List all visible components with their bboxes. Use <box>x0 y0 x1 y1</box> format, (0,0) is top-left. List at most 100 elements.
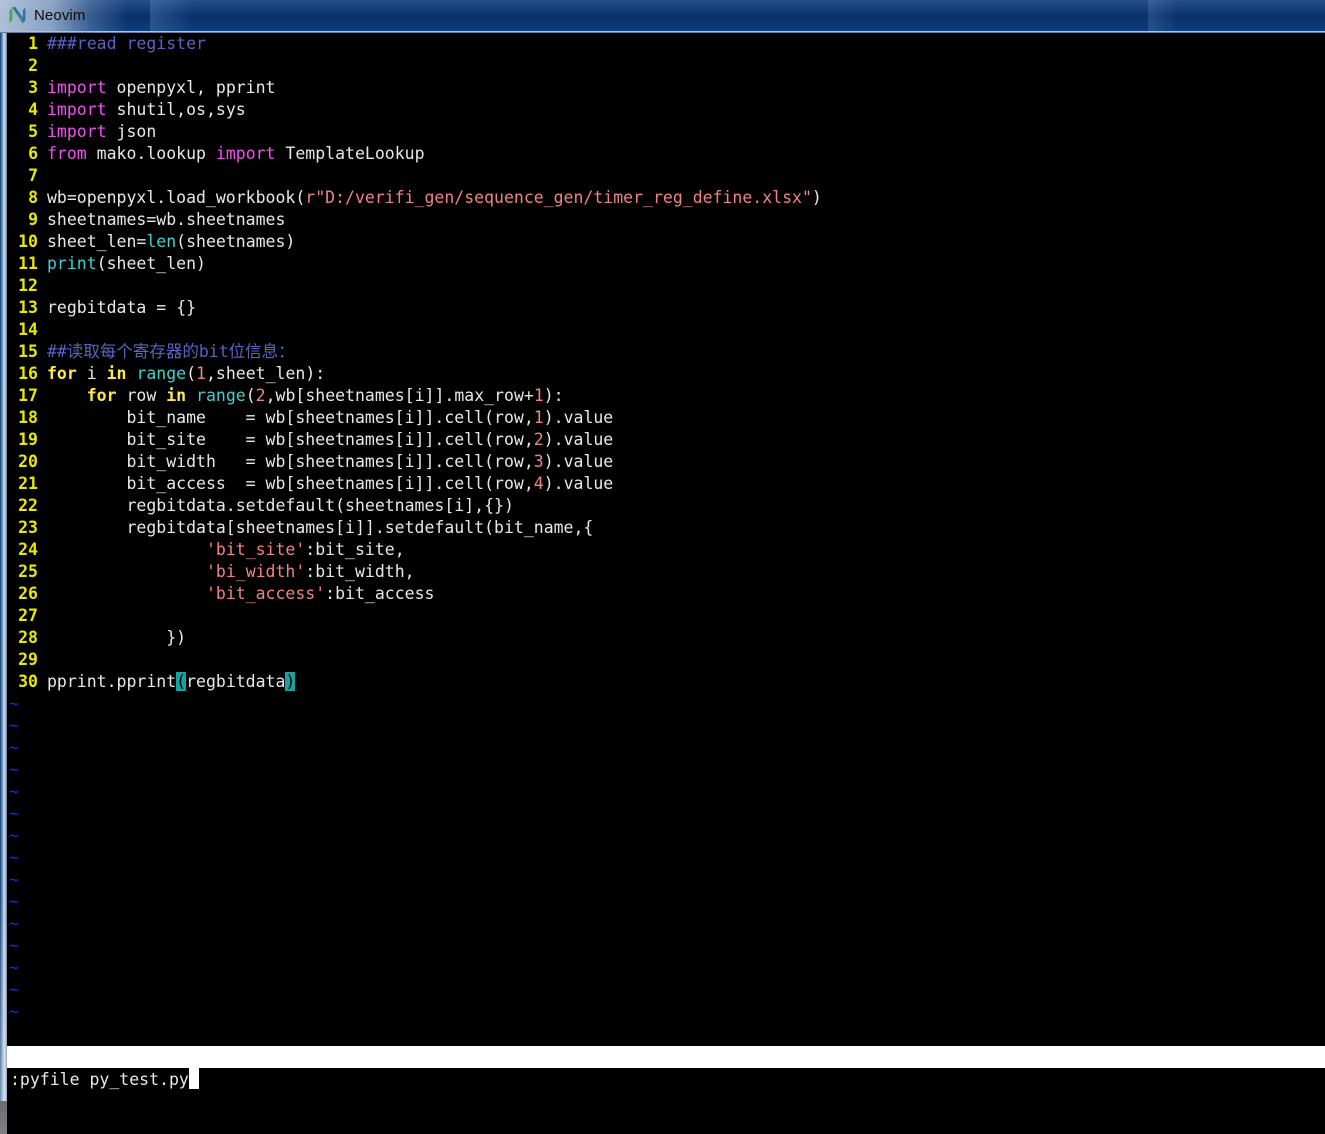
token-keyword: import <box>47 122 107 141</box>
code-line: 25 'bi_width':bit_width, <box>7 561 1325 583</box>
token-plain: }) <box>47 628 187 647</box>
token-number: 4 <box>533 474 544 493</box>
line-number: 23 <box>18 518 38 537</box>
code-line-text: bit_access = wb[sheetnames[i]].cell(row,… <box>38 473 613 495</box>
line-number: 26 <box>18 584 38 603</box>
code-line: 16 for i in range(1,sheet_len): <box>7 363 1325 385</box>
code-line-text: print(sheet_len) <box>38 253 206 275</box>
command-line-text: :pyfile py_test.py <box>10 1070 189 1089</box>
token-keyword: import <box>215 144 276 163</box>
token-plain: ( <box>186 364 197 383</box>
token-plain: :bit_access <box>325 584 435 603</box>
code-line-text: ###read register <box>38 33 206 55</box>
window-title-row: Neovim <box>9 0 85 31</box>
code-line: 15 ##读取每个寄存器的bit位信息： <box>7 341 1325 363</box>
code-line: 7 <box>7 165 1325 187</box>
filler-tilde: ~ <box>9 694 19 713</box>
line-number: 27 <box>18 606 38 625</box>
token-builtin: len <box>146 232 177 251</box>
filler-tilde: ~ <box>9 870 19 889</box>
token-kw2: in <box>166 386 187 405</box>
code-line-text: import shutil,os,sys <box>38 99 246 121</box>
code-line: 27 <box>7 605 1325 627</box>
token-plain: sheet_len= <box>47 232 147 251</box>
code-line-text: }) <box>38 627 186 649</box>
token-builtin: print <box>47 254 97 273</box>
token-plain: ).value <box>543 474 614 493</box>
code-line: 1 ###read register <box>7 33 1325 55</box>
token-plain: regbitdata <box>186 672 286 691</box>
code-line-text: 'bit_site':bit_site, <box>38 539 405 561</box>
token-plain: bit_width = wb[sheetnames[i]].cell(row, <box>47 452 534 471</box>
window-title-text: Neovim <box>34 7 86 24</box>
line-number: 28 <box>18 628 38 647</box>
line-number: 21 <box>18 474 38 493</box>
token-plain: json <box>106 122 157 141</box>
line-number: 9 <box>28 210 38 229</box>
code-line: 30 pprint.pprint(regbitdata) <box>7 671 1325 693</box>
token-string: 'bit_site' <box>205 540 306 559</box>
token-plain: TemplateLookup <box>275 144 425 163</box>
code-line: 28 }) <box>7 627 1325 649</box>
token-plain: :bit_width, <box>305 562 415 581</box>
code-line: 13 regbitdata = {} <box>7 297 1325 319</box>
code-line: 9 sheetnames=wb.sheetnames <box>7 209 1325 231</box>
token-plain: ).value <box>543 408 614 427</box>
token-kw2: for <box>47 364 77 383</box>
line-number: 25 <box>18 562 38 581</box>
token-string: 'bi_width' <box>205 562 306 581</box>
filler-tilde: ~ <box>9 848 19 867</box>
code-line-text: 'bit_access':bit_access <box>38 583 435 605</box>
line-number: 3 <box>28 78 38 97</box>
command-line[interactable]: :pyfile py_test.py <box>7 1068 1325 1101</box>
statusline: py_test.py <box>7 1046 1325 1088</box>
filler-tilde: ~ <box>9 782 19 801</box>
token-string: 'bit_access' <box>205 584 326 603</box>
token-comment: ###read register <box>47 34 206 53</box>
token-builtin: range <box>136 364 187 383</box>
titlebar-highlight-left <box>150 0 194 31</box>
token-plain: pprint.pprint <box>47 672 177 691</box>
token-plain: wb=openpyxl.load_workbook( <box>47 188 306 207</box>
token-number: 1 <box>196 364 206 383</box>
token-plain: i <box>76 364 107 383</box>
code-line: 18 bit_name = wb[sheetnames[i]].cell(row… <box>7 407 1325 429</box>
window-left-border <box>0 33 7 1134</box>
token-plain: ).value <box>543 452 614 471</box>
window-titlebar[interactable]: Neovim <box>0 0 1325 31</box>
code-line-text: import json <box>38 121 156 143</box>
line-number: 17 <box>18 386 38 405</box>
titlebar-sheen <box>0 0 1325 14</box>
token-plain: regbitdata.setdefault(sheetnames[i],{}) <box>47 496 514 515</box>
line-number: 2 <box>28 56 38 75</box>
line-number: 22 <box>18 496 38 515</box>
token-plain: regbitdata[sheetnames[i]].setdefault(bit… <box>47 518 594 537</box>
token-plain: ,sheet_len): <box>205 364 326 383</box>
code-line: 19 bit_site = wb[sheetnames[i]].cell(row… <box>7 429 1325 451</box>
code-line-text: regbitdata.setdefault(sheetnames[i],{}) <box>38 495 514 517</box>
token-plain: sheetnames=wb.sheetnames <box>47 210 286 229</box>
code-line-list: 1 ###read register 2 3 import openpyxl, ppri… <box>7 33 1325 693</box>
token-kw2: in <box>106 364 127 383</box>
token-plain: :bit_site, <box>305 540 405 559</box>
line-number: 30 <box>18 672 38 691</box>
code-line: 10 sheet_len=len(sheetnames) <box>7 231 1325 253</box>
line-number: 19 <box>18 430 38 449</box>
token-plain: ).value <box>543 430 614 449</box>
token-plain: ): <box>543 386 564 405</box>
code-line: 14 <box>7 319 1325 341</box>
token-number: 1 <box>533 386 544 405</box>
token-number: 2 <box>255 386 266 405</box>
code-line: 24 'bit_site':bit_site, <box>7 539 1325 561</box>
code-line: 22 regbitdata.setdefault(sheetnames[i],{… <box>7 495 1325 517</box>
token-match: ( <box>176 672 187 691</box>
line-number: 11 <box>18 254 38 273</box>
token-match: ) <box>285 672 296 691</box>
filler-tilde: ~ <box>9 958 19 977</box>
editor-buffer[interactable]: 1 ###read register 2 3 import openpyxl, ppri… <box>7 33 1325 1046</box>
code-line-text: import openpyxl, pprint <box>38 77 276 99</box>
